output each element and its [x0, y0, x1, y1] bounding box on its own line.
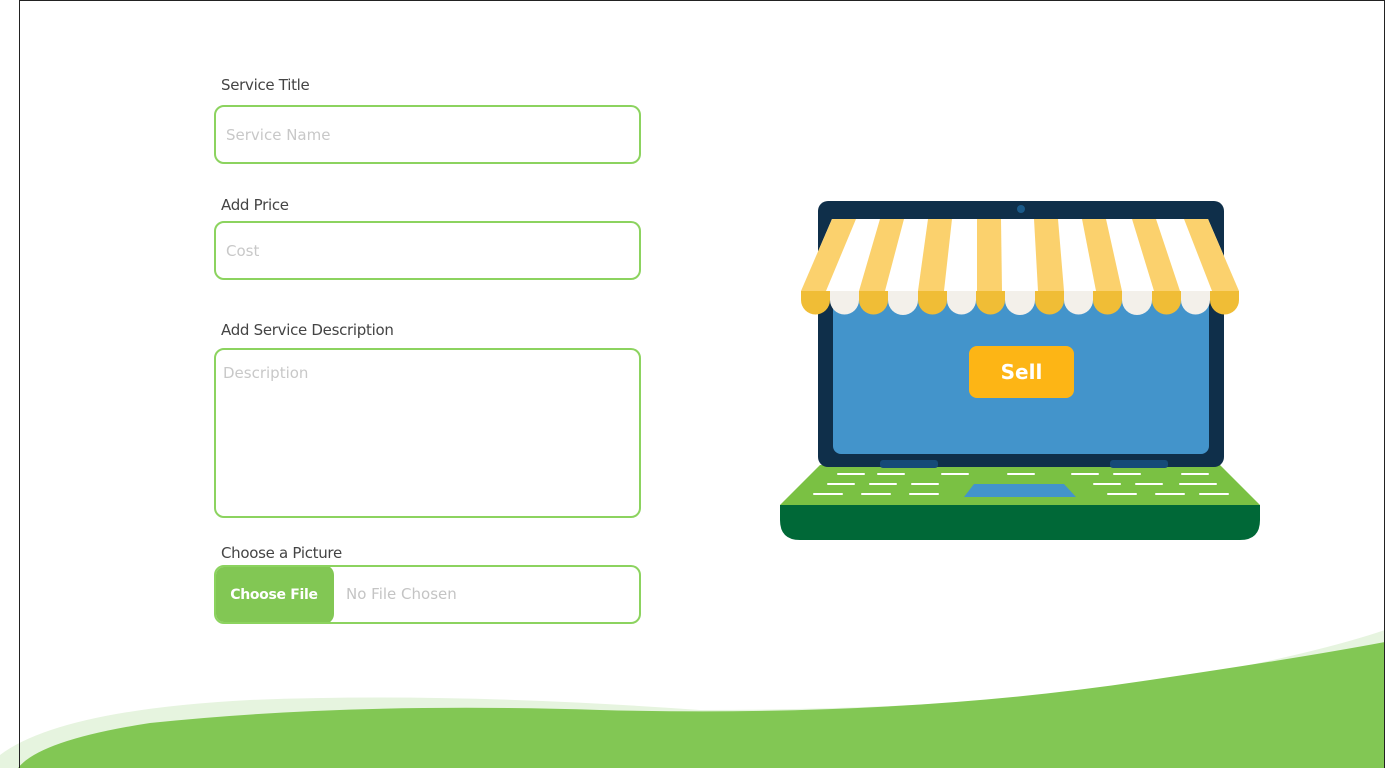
laptop-base-icon: [780, 505, 1260, 540]
price-input[interactable]: [214, 221, 641, 280]
awning-icon: [801, 219, 1239, 315]
trackpad-icon: [964, 484, 1076, 497]
price-label: Add Price: [221, 196, 289, 214]
picture-label: Choose a Picture: [221, 544, 342, 562]
page-canvas: Service Title Add Price Add Service Desc…: [0, 0, 1385, 768]
awning-scallops-icon: [801, 291, 1239, 315]
service-title-label: Service Title: [221, 76, 310, 94]
file-status-text: No File Chosen: [346, 585, 457, 603]
description-label: Add Service Description: [221, 321, 394, 339]
file-picker: Choose File No File Chosen: [214, 565, 641, 624]
choose-file-button[interactable]: Choose File: [216, 567, 334, 622]
webcam-icon: [1017, 205, 1025, 213]
bottom-wave-decoration: [0, 630, 1385, 768]
sell-button[interactable]: Sell: [969, 346, 1074, 398]
service-title-input[interactable]: [214, 105, 641, 164]
description-textarea[interactable]: [214, 348, 641, 518]
